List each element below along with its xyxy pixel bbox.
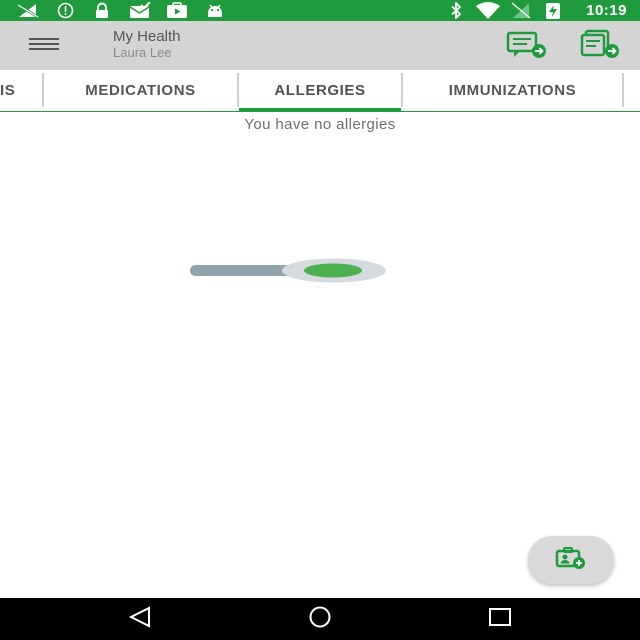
- empty-state-message: You have no allergies: [244, 116, 396, 133]
- wifi-icon: [474, 2, 502, 19]
- tab-divider: [622, 73, 624, 107]
- tab-allergies[interactable]: ALLERGIES: [239, 70, 401, 111]
- home-button[interactable]: [300, 606, 340, 632]
- menu-button[interactable]: [26, 33, 62, 59]
- bluetooth-icon: [448, 2, 464, 19]
- records-forward-icon: [578, 29, 622, 64]
- back-button[interactable]: [120, 605, 160, 633]
- mail-check-icon: [128, 2, 152, 19]
- message-forward-icon: [504, 29, 548, 64]
- lock-icon: [93, 2, 111, 19]
- recents-button[interactable]: [480, 606, 520, 632]
- play-icon: [165, 2, 189, 19]
- tab-selected-indicator: [239, 108, 401, 112]
- status-time: 10:19: [586, 2, 627, 19]
- app-bar: My Health Laura Lee: [0, 21, 640, 70]
- hamburger-icon: [29, 37, 59, 56]
- home-icon: [305, 606, 335, 633]
- tab-label: MEDICATIONS: [85, 82, 196, 99]
- send-message-button[interactable]: [504, 30, 548, 62]
- tab-label: ALLERGIES: [274, 82, 366, 99]
- toggle-switch[interactable]: [190, 258, 390, 284]
- info-icon: [56, 2, 74, 19]
- back-icon: [127, 605, 153, 633]
- battery-charging-icon: [545, 2, 561, 19]
- tab-bar: IS MEDICATIONS ALLERGIES IMMUNIZATIONS: [0, 70, 640, 112]
- page-subtitle: Laura Lee: [113, 45, 172, 60]
- page-title: My Health: [113, 28, 181, 45]
- tab-conditions[interactable]: IS: [0, 70, 42, 111]
- tab-medications[interactable]: MEDICATIONS: [44, 70, 237, 111]
- tab-label: IMMUNIZATIONS: [448, 82, 577, 99]
- navigation-bar: [0, 598, 640, 640]
- status-bar: 10:19: [0, 0, 640, 21]
- no-sim-icon: [510, 2, 532, 19]
- tab-immunizations[interactable]: IMMUNIZATIONS: [403, 70, 622, 111]
- share-records-button[interactable]: [578, 29, 622, 64]
- add-record-icon: [554, 546, 588, 575]
- android-icon: [204, 2, 226, 19]
- no-signal-icon: [16, 2, 42, 19]
- add-record-fab[interactable]: [528, 536, 614, 584]
- recents-icon: [487, 606, 513, 633]
- tab-label: IS: [0, 82, 16, 99]
